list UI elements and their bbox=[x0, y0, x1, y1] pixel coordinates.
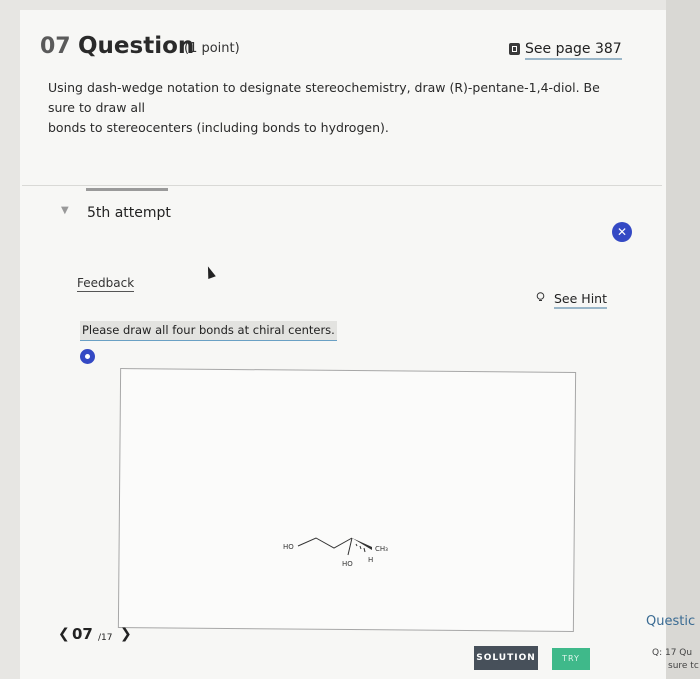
question-total: /17 bbox=[98, 633, 113, 643]
question-prompt-line-1: Using dash-wedge notation to designate s… bbox=[48, 80, 600, 115]
side-panel bbox=[666, 0, 700, 679]
chevron-down-icon[interactable]: ▼ bbox=[61, 205, 69, 216]
question-title: Question bbox=[78, 33, 195, 59]
solution-button[interactable]: SOLUTION bbox=[474, 646, 538, 670]
molecule-label-ho-bottom: HO bbox=[342, 560, 353, 568]
question-points: (1 point) bbox=[184, 41, 240, 56]
attempt-tab-indicator bbox=[86, 188, 168, 191]
attempt-label[interactable]: 5th attempt bbox=[87, 205, 171, 221]
see-hint-link[interactable]: See Hint bbox=[554, 291, 607, 309]
side-panel-title[interactable]: Questic bbox=[646, 614, 695, 629]
try-button[interactable]: TRY bbox=[552, 648, 590, 670]
ebook-icon[interactable] bbox=[509, 43, 520, 55]
feedback-heading: Feedback bbox=[77, 276, 135, 292]
see-page-link[interactable]: See page 387 bbox=[525, 41, 622, 60]
question-counter: 07 bbox=[72, 625, 93, 643]
side-panel-item-sub: sure tc bbox=[668, 661, 699, 671]
side-panel-item[interactable]: Q: 17 Qu bbox=[652, 648, 692, 658]
molecule-label-h: H bbox=[368, 556, 373, 564]
question-prompt-line-2: bonds to stereocenters (including bonds … bbox=[48, 120, 389, 135]
molecule-label-ho: HO bbox=[283, 543, 294, 551]
feedback-message: Please draw all four bonds at chiral cen… bbox=[80, 321, 337, 341]
section-divider bbox=[22, 185, 662, 186]
molecule-label-ch3: CH₃ bbox=[375, 545, 388, 553]
question-prompt: Using dash-wedge notation to designate s… bbox=[48, 78, 628, 138]
next-question-button[interactable]: ❯ bbox=[120, 626, 132, 642]
close-icon[interactable]: ✕ bbox=[612, 222, 632, 242]
question-number: 07 bbox=[40, 34, 71, 59]
previous-question-button[interactable]: ❮ bbox=[58, 626, 70, 642]
molecule-drawing[interactable]: HO CH₃ HO H bbox=[278, 533, 398, 573]
drawing-canvas[interactable] bbox=[117, 368, 577, 632]
error-marker-icon[interactable] bbox=[80, 349, 95, 364]
lightbulb-icon[interactable] bbox=[536, 292, 545, 302]
